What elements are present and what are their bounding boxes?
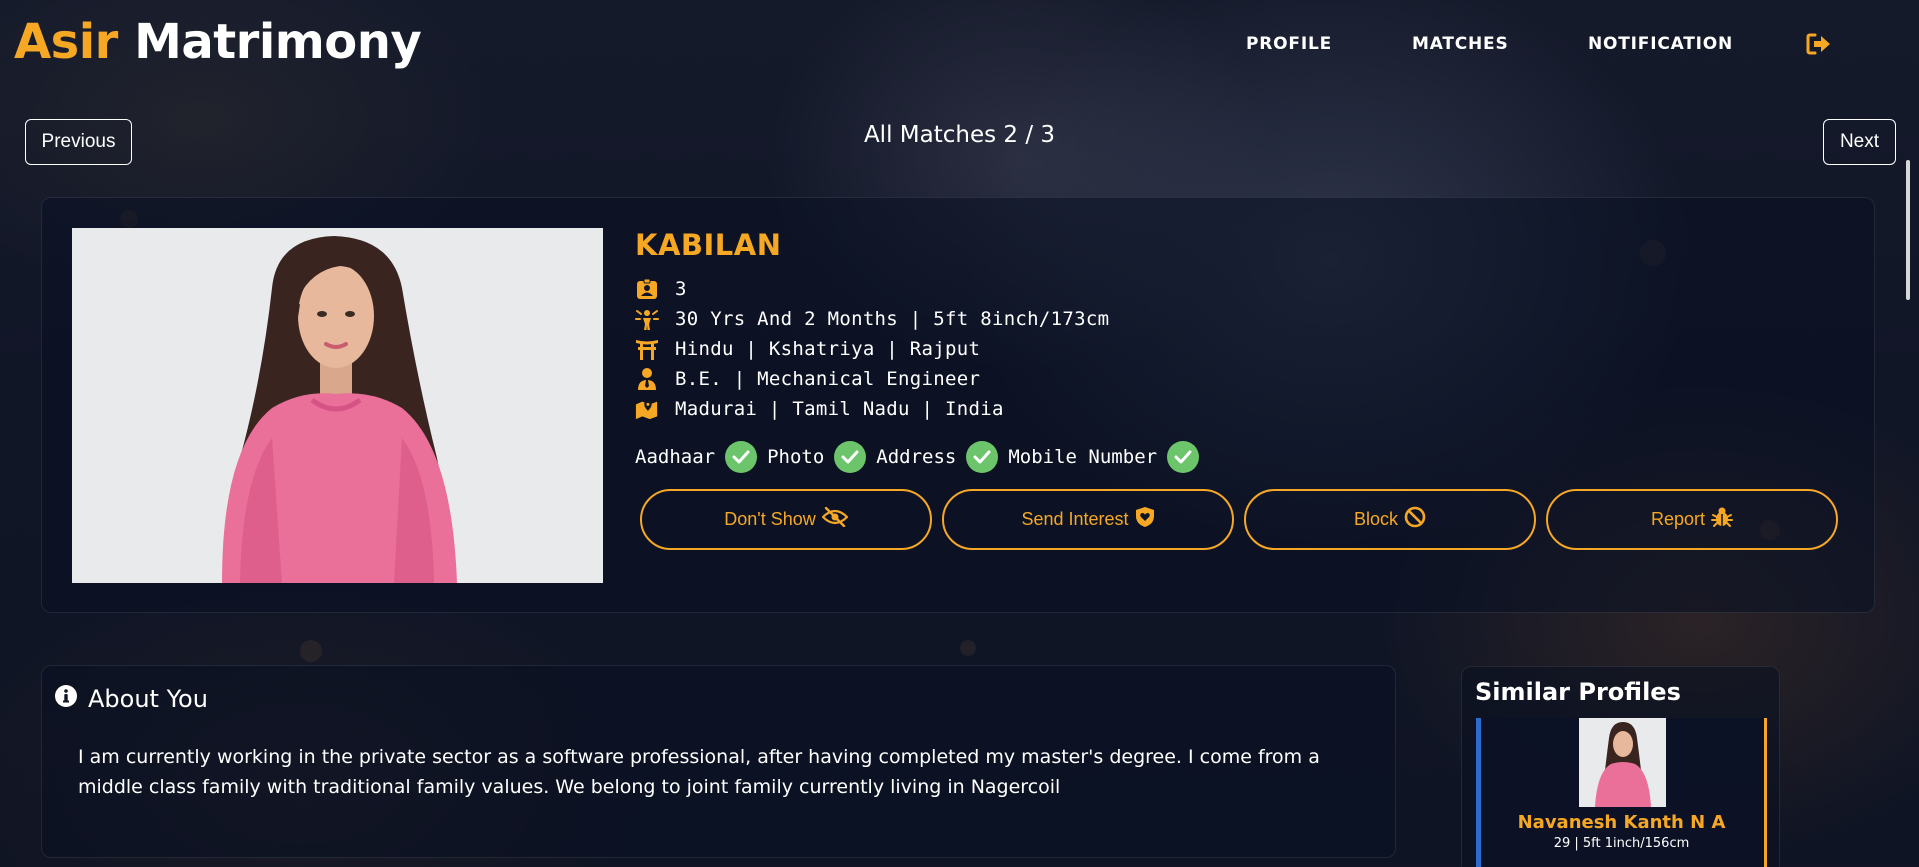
block-label: Block	[1353, 509, 1398, 529]
profile-name: KABILAN	[635, 228, 782, 262]
check-icon	[725, 441, 758, 473]
similar-profile-meta: 29 | 5ft 1inch/156cm	[1553, 836, 1690, 851]
ban-icon	[1404, 506, 1426, 533]
brand-logo[interactable]: Asir Matrimony	[14, 14, 422, 70]
education-occupation: B.E. | Mechanical Engineer	[675, 368, 981, 390]
matches-counter: All Matches 2 / 3	[863, 122, 1056, 148]
background-speck	[300, 640, 322, 662]
user-tie-icon	[635, 367, 659, 391]
report-button[interactable]: Report	[1546, 489, 1838, 550]
profile-id: 3	[675, 278, 687, 300]
page-scrollbar[interactable]	[1906, 160, 1910, 300]
eye-slash-icon	[821, 506, 849, 532]
check-icon	[1167, 441, 1200, 473]
education-row: B.E. | Mechanical Engineer	[635, 366, 980, 392]
about-title: About You	[88, 685, 208, 713]
similar-profile-photo[interactable]	[1579, 718, 1666, 807]
check-icon	[834, 441, 867, 473]
religion-row: Hindu | Kshatriya | Rajput	[635, 336, 980, 362]
about-heading: About You	[54, 684, 208, 714]
check-icon	[966, 441, 999, 473]
send-interest-button[interactable]: Send Interest	[942, 489, 1234, 550]
bug-icon	[1711, 506, 1734, 533]
verification-row: Aadhaar Photo Address Mobile Number	[635, 440, 1209, 474]
verify-label-aadhaar: Aadhaar	[635, 446, 716, 468]
block-button[interactable]: Block	[1244, 489, 1536, 550]
info-circle-icon	[54, 684, 78, 714]
dont-show-button[interactable]: Don't Show	[640, 489, 932, 550]
location: Madurai | Tamil Nadu | India	[675, 398, 1004, 420]
next-button[interactable]: Next	[1823, 119, 1896, 165]
verify-label-photo: Photo	[767, 446, 825, 468]
dont-show-label: Don't Show	[724, 509, 816, 529]
map-location-icon	[635, 397, 659, 421]
nav-notification[interactable]: NOTIFICATION	[1588, 34, 1733, 54]
nav-matches[interactable]: MATCHES	[1412, 34, 1509, 54]
verify-label-mobile: Mobile Number	[1008, 446, 1158, 468]
similar-profiles-title: Similar Profiles	[1475, 678, 1681, 706]
top-header: Asir Matrimony PROFILE MATCHES NOTIFICAT…	[0, 0, 1919, 90]
torii-gate-icon	[635, 337, 659, 361]
shield-heart-icon	[1135, 506, 1155, 533]
sign-out-icon[interactable]	[1806, 32, 1832, 56]
age-height-row: 30 Yrs And 2 Months | 5ft 8inch/173cm	[635, 306, 1109, 332]
brand-part1: Asir	[14, 14, 118, 70]
id-badge-icon	[635, 277, 659, 301]
send-interest-label: Send Interest	[1021, 509, 1129, 529]
person-rays-icon	[635, 307, 659, 331]
similar-profile-name[interactable]: Navanesh Kanth N A	[1476, 812, 1767, 833]
verify-label-address: Address	[876, 446, 957, 468]
report-label: Report	[1650, 509, 1706, 529]
location-row: Madurai | Tamil Nadu | India	[635, 396, 1004, 422]
religion-caste: Hindu | Kshatriya | Rajput	[675, 338, 981, 360]
about-description: I am currently working in the private se…	[78, 746, 1320, 798]
background-speck	[960, 640, 976, 656]
profile-id-row: 3	[635, 276, 687, 302]
age-height: 30 Yrs And 2 Months | 5ft 8inch/173cm	[675, 308, 1110, 330]
profile-photo	[72, 228, 603, 583]
nav-profile[interactable]: PROFILE	[1246, 34, 1332, 54]
brand-part2: Matrimony	[134, 14, 422, 70]
